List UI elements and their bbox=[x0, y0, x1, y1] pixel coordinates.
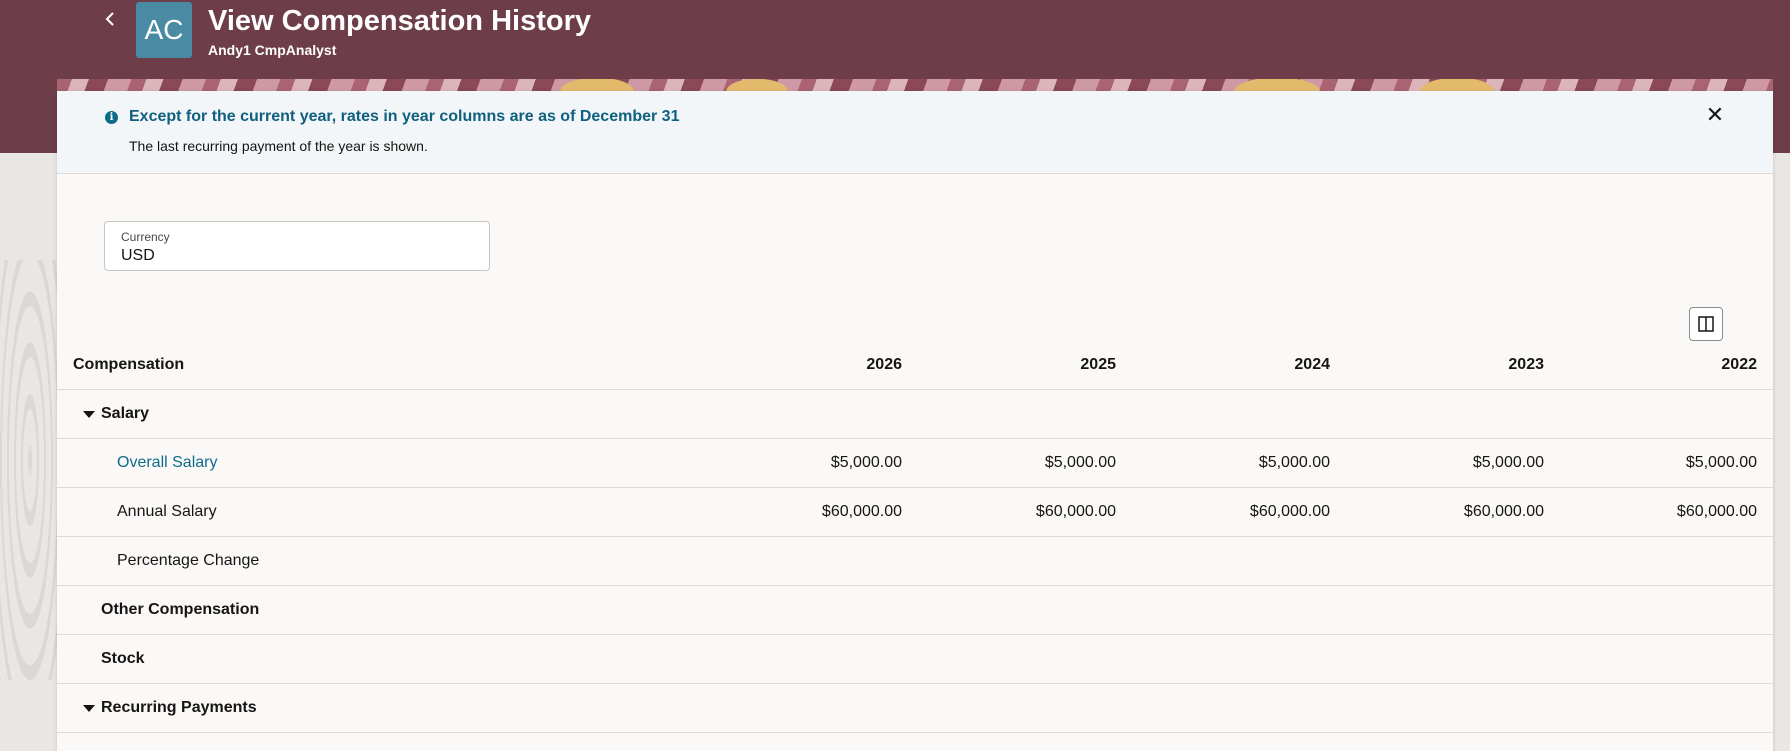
row-label-stock: Stock bbox=[101, 650, 145, 667]
row-label-salary: Salary bbox=[101, 405, 150, 422]
compensation-table: Compensation 2026 2025 2024 2023 2022 Sa… bbox=[57, 341, 1773, 733]
table-cell: $60,000.00 bbox=[1249, 503, 1330, 520]
close-button[interactable]: ✕ bbox=[1703, 103, 1727, 127]
banner-title: Except for the current year, rates in ye… bbox=[129, 108, 680, 125]
panel-toggle-button[interactable] bbox=[1689, 307, 1723, 341]
close-icon: ✕ bbox=[1705, 102, 1725, 127]
table-cell: $60,000.00 bbox=[1463, 503, 1544, 520]
column-header-compensation: Compensation bbox=[73, 356, 185, 373]
table-cell: $5,000.00 bbox=[830, 454, 902, 471]
page-subtitle: Andy1 CmpAnalyst bbox=[208, 42, 337, 58]
table-row-recurring-payments: Recurring Payments bbox=[57, 684, 1773, 733]
column-header-2023: 2023 bbox=[1508, 356, 1544, 373]
table-cell: $60,000.00 bbox=[1035, 503, 1116, 520]
back-button[interactable] bbox=[100, 8, 120, 32]
table-cell: $5,000.00 bbox=[1685, 454, 1757, 471]
currency-field[interactable]: Currency USD bbox=[104, 221, 490, 271]
caret-down-icon[interactable] bbox=[83, 705, 95, 712]
page-title: View Compensation History bbox=[208, 5, 591, 37]
banner-text: The last recurring payment of the year i… bbox=[129, 138, 428, 154]
info-banner: i Except for the current year, rates in … bbox=[57, 91, 1773, 174]
column-header-2025: 2025 bbox=[1080, 356, 1116, 373]
background-pattern bbox=[0, 260, 60, 680]
table-cell: $60,000.00 bbox=[821, 503, 902, 520]
currency-value: USD bbox=[121, 247, 155, 264]
column-header-2024: 2024 bbox=[1294, 356, 1330, 373]
avatar: AC bbox=[136, 2, 192, 58]
currency-label: Currency bbox=[121, 230, 170, 244]
chevron-left-icon bbox=[105, 12, 114, 26]
table-row-salary: Salary bbox=[57, 390, 1773, 439]
table-row-stock: Stock bbox=[57, 635, 1773, 684]
row-label-recurring-payments: Recurring Payments bbox=[101, 699, 257, 716]
column-header-2026: 2026 bbox=[866, 356, 902, 373]
row-label-other-compensation: Other Compensation bbox=[101, 601, 260, 618]
table-cell: $5,000.00 bbox=[1472, 454, 1544, 471]
main-card: i Except for the current year, rates in … bbox=[57, 91, 1773, 751]
table-cell: $5,000.00 bbox=[1044, 454, 1116, 471]
table-row-overall-salary: Overall Salary $5,000.00 $5,000.00 $5,00… bbox=[57, 439, 1773, 488]
table-header-row: Compensation 2026 2025 2024 2023 2022 bbox=[57, 341, 1773, 390]
table-row-percentage-change: Percentage Change bbox=[57, 537, 1773, 586]
row-label-annual-salary: Annual Salary bbox=[117, 503, 217, 520]
overall-salary-link[interactable]: Overall Salary bbox=[117, 439, 217, 487]
table-cell: $5,000.00 bbox=[1258, 454, 1330, 471]
table-row-annual-salary: Annual Salary $60,000.00 $60,000.00 $60,… bbox=[57, 488, 1773, 537]
info-icon: i bbox=[105, 111, 118, 124]
table-row-other-compensation: Other Compensation bbox=[57, 586, 1773, 635]
caret-down-icon[interactable] bbox=[83, 411, 95, 418]
table-cell: $60,000.00 bbox=[1676, 503, 1757, 520]
columns-panel-icon bbox=[1698, 316, 1714, 332]
column-header-2022: 2022 bbox=[1721, 356, 1757, 373]
row-label-percentage-change: Percentage Change bbox=[117, 552, 260, 569]
